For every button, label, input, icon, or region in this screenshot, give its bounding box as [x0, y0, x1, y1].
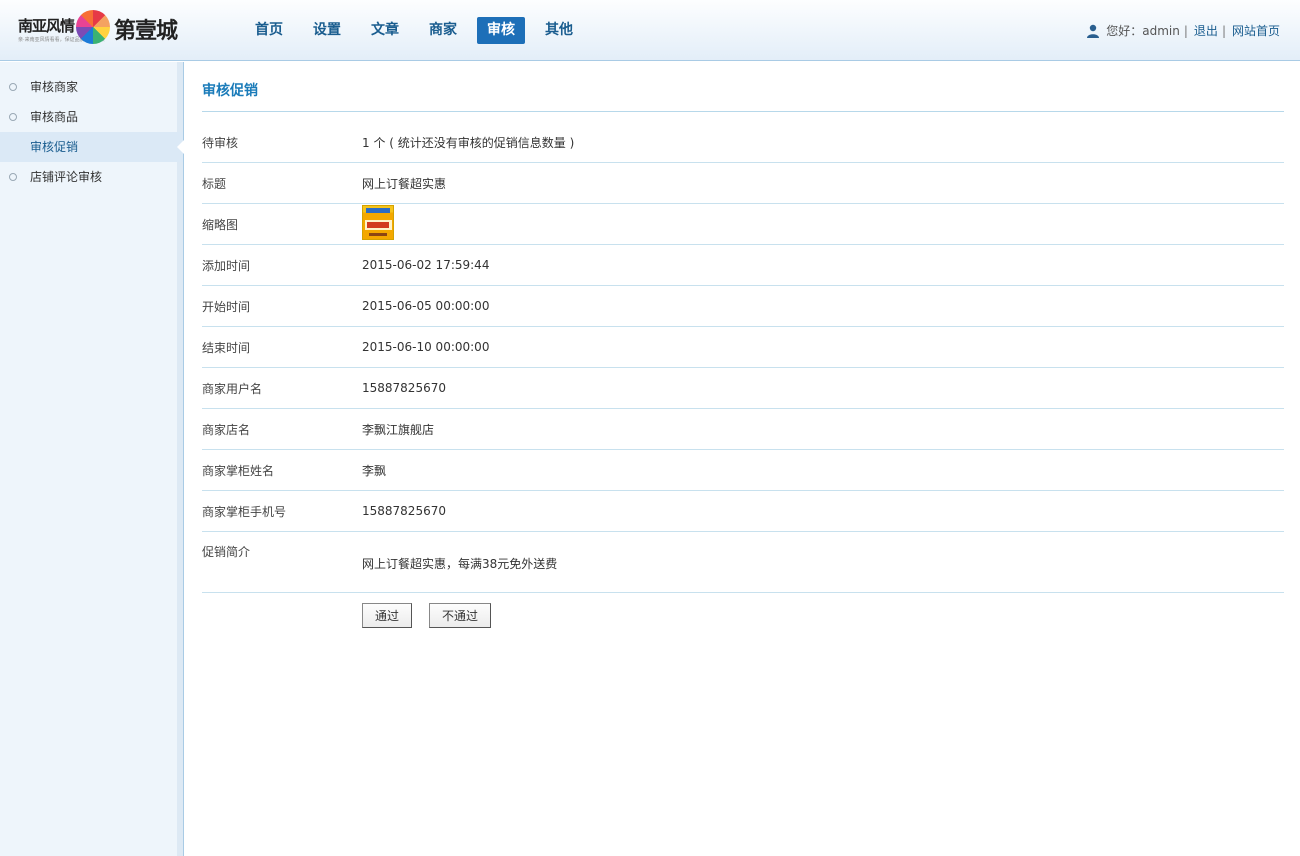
row-label: 待审核 — [202, 135, 239, 150]
sidebar-item-label: 审核商品 — [30, 110, 79, 124]
row-value: 1 个 ( 统计还没有审核的促销信息数量 ) — [362, 135, 575, 150]
row-label: 商家店名 — [202, 422, 251, 437]
row-value: 网上订餐超实惠 — [362, 176, 447, 191]
detail-row-end-time: 结束时间 2015-06-10 00:00:00 — [202, 327, 1284, 368]
row-value: 网上订餐超实惠，每满38元免外送费 — [362, 557, 558, 571]
row-value: 李飘 — [362, 463, 387, 478]
row-value: 2015-06-10 00:00:00 — [362, 340, 490, 354]
sidebar-item-review-comments[interactable]: 店铺评论审核 — [0, 162, 183, 192]
nav-settings[interactable]: 设置 — [303, 17, 351, 44]
sidebar-item-label: 审核商家 — [30, 80, 79, 94]
row-label: 结束时间 — [202, 340, 251, 355]
row-value: 15887825670 — [362, 381, 446, 395]
reject-button[interactable]: 不通过 — [429, 603, 492, 628]
approve-button[interactable]: 通过 — [362, 603, 413, 628]
detail-row-pending: 待审核 1 个 ( 统计还没有审核的促销信息数量 ) — [202, 122, 1284, 163]
row-value: 15887825670 — [362, 504, 446, 518]
detail-row-owner-name: 商家掌柜姓名 李飘 — [202, 450, 1284, 491]
row-label: 商家掌柜手机号 — [202, 504, 287, 519]
row-label: 商家掌柜姓名 — [202, 463, 275, 478]
row-value: 李飘江旗舰店 — [362, 422, 435, 437]
user-bar: 您好：admin | 退出 | 网站首页 — [1086, 22, 1280, 39]
nav-articles[interactable]: 文章 — [361, 17, 409, 44]
site-logo[interactable]: 南亚风情 亲·来南亚风情看看，保证品质好逛起来 第壹城 — [18, 9, 178, 47]
row-label: 缩略图 — [202, 217, 239, 232]
sidebar-item-review-promotions[interactable]: 审核促销 — [0, 132, 184, 162]
sidebar-item-label: 店铺评论审核 — [30, 170, 103, 184]
detail-row-title: 标题 网上订餐超实惠 — [202, 163, 1284, 204]
action-bar: 通过 不通过 — [202, 593, 1284, 628]
nav-review[interactable]: 审核 — [477, 17, 525, 44]
row-value: 2015-06-05 00:00:00 — [362, 299, 490, 313]
separator: | — [1221, 23, 1226, 38]
bullet-circle-icon — [9, 173, 17, 181]
sidebar-item-review-products[interactable]: 审核商品 — [0, 102, 183, 132]
main-nav: 首页 设置 文章 商家 审核 其他 — [245, 17, 593, 44]
user-greeting: 您好：admin — [1106, 24, 1180, 38]
row-value: 2015-06-02 17:59:44 — [362, 258, 490, 272]
detail-row-merchant-username: 商家用户名 15887825670 — [202, 368, 1284, 409]
row-label: 商家用户名 — [202, 381, 263, 396]
row-label: 促销简介 — [202, 545, 251, 559]
promotion-thumbnail-image[interactable] — [362, 204, 394, 240]
row-label: 添加时间 — [202, 258, 251, 273]
detail-row-thumbnail: 缩略图 — [202, 204, 1284, 245]
logo-right-text: 第壹城 — [114, 18, 178, 44]
detail-row-owner-phone: 商家掌柜手机号 15887825670 — [202, 491, 1284, 532]
nav-home[interactable]: 首页 — [245, 17, 293, 44]
detail-row-description: 促销简介 网上订餐超实惠，每满38元免外送费 — [202, 532, 1284, 593]
bullet-circle-icon — [9, 113, 17, 121]
sidebar: 审核商家 审核商品 审核促销 店铺评论审核 — [0, 62, 184, 856]
detail-row-added-time: 添加时间 2015-06-02 17:59:44 — [202, 245, 1284, 286]
bullet-circle-icon — [9, 83, 17, 91]
site-home-link[interactable]: 网站首页 — [1232, 22, 1280, 39]
row-label: 开始时间 — [202, 299, 251, 314]
sidebar-item-review-merchants[interactable]: 审核商家 — [0, 72, 183, 102]
detail-row-shop-name: 商家店名 李飘江旗舰店 — [202, 409, 1284, 450]
page-title: 审核促销 — [202, 62, 1284, 112]
logo-wheel-icon — [76, 10, 110, 44]
user-icon — [1087, 24, 1100, 38]
logout-link[interactable]: 退出 — [1194, 22, 1218, 39]
nav-merchants[interactable]: 商家 — [419, 17, 467, 44]
row-label: 标题 — [202, 176, 227, 191]
top-header: 南亚风情 亲·来南亚风情看看，保证品质好逛起来 第壹城 首页 设置 文章 商家 … — [0, 0, 1300, 61]
sidebar-item-label: 审核促销 — [30, 140, 79, 154]
nav-other[interactable]: 其他 — [535, 17, 583, 44]
main-content: 审核促销 待审核 1 个 ( 统计还没有审核的促销信息数量 ) 标题 网上订餐超… — [202, 62, 1284, 628]
separator: | — [1183, 23, 1188, 38]
detail-row-start-time: 开始时间 2015-06-05 00:00:00 — [202, 286, 1284, 327]
logo-left-text: 南亚风情 — [18, 17, 75, 35]
